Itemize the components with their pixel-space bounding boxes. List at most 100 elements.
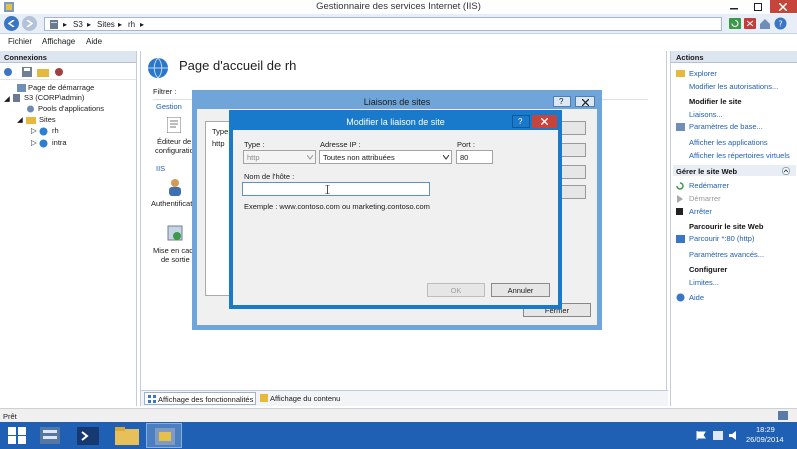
action-start[interactable]: Démarrer <box>689 194 721 203</box>
breadcrumb[interactable]: ▸ S3 ▸ Sites ▸ rh ▸ <box>44 17 722 31</box>
app-pools-icon <box>27 105 34 113</box>
tab-features-view[interactable]: Affichage des fonctionnalités <box>144 392 256 405</box>
help-button[interactable]: ? <box>512 115 530 128</box>
taskbar-powershell[interactable] <box>71 423 107 448</box>
title-bar: Gestionnaire des services Internet (IIS) <box>0 0 797 14</box>
tab-label: Affichage du contenu <box>270 394 341 403</box>
feature-label: de sortie <box>161 255 190 264</box>
button-label: Annuler <box>507 286 534 295</box>
chevron-right-icon[interactable]: ▷ <box>31 138 37 147</box>
port-input-value: 80 <box>460 153 469 162</box>
menu-view[interactable]: Affichage <box>42 37 75 46</box>
connect-icon[interactable] <box>3 67 15 77</box>
action-help[interactable]: Aide <box>689 293 704 302</box>
action-view-virtual-dirs[interactable]: Afficher les répertoires virtuels <box>689 151 790 160</box>
ok-button[interactable]: OK <box>427 283 485 297</box>
column-header-type: Type <box>212 127 229 136</box>
server-icon <box>50 20 58 29</box>
action-explore[interactable]: Explorer <box>689 69 717 78</box>
help-button[interactable]: ? <box>553 96 571 107</box>
dialog-close-button[interactable] <box>532 115 557 128</box>
action-limits[interactable]: Limites... <box>689 278 719 287</box>
group-gestion: Gestion <box>156 102 182 111</box>
feature-label: Authentificati <box>151 199 194 208</box>
chevron-down-icon[interactable]: ◢ <box>17 115 23 124</box>
button-label: OK <box>450 286 462 295</box>
action-restart[interactable]: Redémarrer <box>689 181 729 190</box>
forward-button[interactable] <box>22 16 37 31</box>
action-heading-browse: Parcourir le site Web <box>689 222 764 231</box>
tab-content-view[interactable]: Affichage du contenu <box>258 392 354 405</box>
arrow-right-icon <box>26 20 33 27</box>
feature-label: Mise en cac <box>153 246 194 255</box>
breadcrumb-separator: ▸ <box>140 20 145 29</box>
hostname-example: Exemple : www.contoso.com ou marketing.c… <box>244 202 430 211</box>
taskbar-explorer[interactable] <box>109 423 145 448</box>
tab-label: Affichage des fonctionnalités <box>158 395 254 404</box>
connections-header: Connexions <box>0 51 136 63</box>
action-stop[interactable]: Arrêter <box>689 207 712 216</box>
tray-speaker-icon[interactable] <box>729 431 739 440</box>
breadcrumb-item-rh[interactable]: rh <box>128 20 135 29</box>
taskbar: 18:29 26/09/2014 <box>0 422 797 449</box>
server-manager-icon <box>40 427 60 444</box>
breadcrumb-separator: ▸ <box>63 20 68 29</box>
type-label: Type : <box>244 140 265 149</box>
hostname-input[interactable] <box>242 182 430 196</box>
tray-network-icon[interactable] <box>713 431 723 440</box>
feature-output-cache[interactable]: Mise en cac de sortie <box>149 222 197 266</box>
menu-file[interactable]: Fichier <box>8 37 32 46</box>
disconnect-icon[interactable] <box>54 67 66 77</box>
stop-icon[interactable] <box>744 18 756 29</box>
text-cursor-icon <box>325 185 330 194</box>
feature-authentication[interactable]: Authentificati <box>149 176 197 210</box>
dialog-close-button[interactable] <box>575 96 595 107</box>
clock-time: 18:29 <box>756 425 775 434</box>
cancel-button[interactable]: Annuler <box>491 283 550 297</box>
maximize-icon <box>754 3 762 11</box>
minimize-button[interactable] <box>722 0 746 13</box>
chevron-down-icon[interactable]: ◢ <box>4 94 10 103</box>
chevron-right-icon[interactable]: ▷ <box>31 126 37 135</box>
address-bar: ▸ S3 ▸ Sites ▸ rh ▸ ? <box>0 14 797 34</box>
tree-label: S3 (CORP\admin) <box>24 93 85 102</box>
menu-bar: Fichier Affichage Aide <box>0 34 797 48</box>
action-browse-http[interactable]: Parcourir *:80 (http) <box>689 234 754 243</box>
folder-icon <box>115 427 139 445</box>
feature-label: configuratio <box>155 146 194 155</box>
iis-manager-icon <box>155 428 175 445</box>
folder-icon[interactable] <box>37 67 49 77</box>
arrow-left-icon <box>8 20 15 27</box>
help-icon <box>676 293 685 302</box>
port-input[interactable]: 80 <box>456 150 493 164</box>
close-button[interactable] <box>770 0 797 13</box>
type-select[interactable]: http <box>243 150 316 164</box>
action-view-applications[interactable]: Afficher les applications <box>689 138 768 147</box>
save-icon[interactable] <box>22 67 32 77</box>
connections-panel: Connexions Page de démarrage ◢ S3 (CORP\… <box>0 51 137 406</box>
action-edit-permissions[interactable]: Modifier les autorisations... <box>689 82 778 91</box>
breadcrumb-item-sites[interactable]: Sites <box>97 20 115 29</box>
help-icon[interactable]: ? <box>774 17 787 30</box>
ip-select[interactable]: Toutes non attribuées <box>319 150 452 164</box>
tray-flag-icon[interactable] <box>696 431 706 440</box>
start-button[interactable] <box>0 423 36 448</box>
breadcrumb-separator: ▸ <box>118 20 123 29</box>
connections-title: Connexions <box>4 53 47 62</box>
home-icon[interactable] <box>759 18 771 29</box>
refresh-icon[interactable] <box>729 18 741 29</box>
back-button[interactable] <box>4 16 19 31</box>
breadcrumb-item-server[interactable]: S3 <box>73 20 83 29</box>
taskbar-server-manager[interactable] <box>33 423 69 448</box>
status-bar: Prêt <box>0 408 797 422</box>
hostname-label: Nom de l'hôte : <box>244 172 295 181</box>
home-icon <box>17 84 26 92</box>
window-title: Gestionnaire des services Internet (IIS) <box>316 1 481 12</box>
taskbar-iis-manager[interactable] <box>146 423 182 448</box>
menu-help[interactable]: Aide <box>86 37 102 46</box>
actions-section-manage-site[interactable]: Gérer le site Web <box>673 165 796 176</box>
action-bindings[interactable]: Liaisons... <box>689 110 723 119</box>
action-basic-settings[interactable]: Paramètres de base... <box>689 122 763 131</box>
action-advanced-settings[interactable]: Paramètres avancés... <box>689 250 764 259</box>
maximize-button[interactable] <box>746 0 770 13</box>
